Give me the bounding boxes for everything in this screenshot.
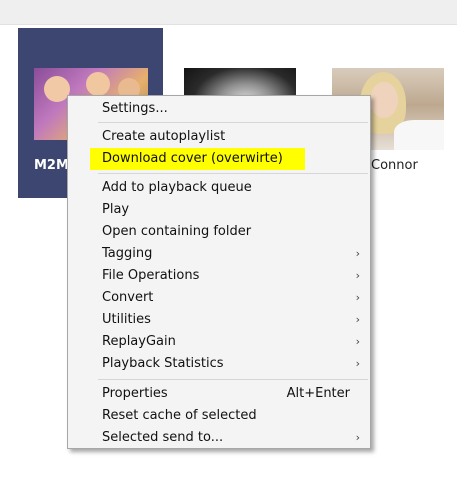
menu-item-play[interactable]: Play [68, 199, 370, 221]
menu-item-label: Properties [102, 386, 168, 401]
menu-item-settings[interactable]: Settings... [68, 98, 370, 120]
menu-item-label: Playback Statistics [102, 356, 224, 371]
album-tile-label: Connor [371, 158, 418, 173]
menu-item-label: Tagging [102, 246, 153, 261]
menu-separator [98, 379, 368, 380]
menu-item-download-cover[interactable]: Download cover (overwirte) [68, 148, 370, 170]
album-tile-label: M2M [34, 158, 69, 173]
menu-item-label: Open containing folder [102, 224, 252, 239]
menu-item-label: Reset cache of selected [102, 408, 257, 423]
chevron-right-icon: › [355, 357, 360, 370]
menu-item-create-autoplaylist[interactable]: Create autoplaylist [68, 126, 370, 148]
menu-item-replaygain[interactable]: ReplayGain › [68, 331, 370, 353]
menu-item-label: File Operations [102, 268, 200, 283]
menu-item-label: Add to playback queue [102, 180, 252, 195]
menu-item-reset-cache[interactable]: Reset cache of selected [68, 405, 370, 427]
menu-item-properties[interactable]: Properties Alt+Enter [68, 383, 370, 405]
top-toolbar [0, 0, 457, 25]
menu-item-shortcut: Alt+Enter [286, 386, 350, 401]
menu-item-label: Create autoplaylist [102, 129, 226, 144]
menu-item-label: ReplayGain [102, 334, 176, 349]
menu-item-playback-statistics[interactable]: Playback Statistics › [68, 353, 370, 375]
menu-item-label: Download cover (overwirte) [90, 148, 305, 170]
menu-item-send-to[interactable]: Selected send to... › [68, 427, 370, 449]
menu-item-convert[interactable]: Convert › [68, 287, 370, 309]
menu-item-label: Utilities [102, 312, 151, 327]
menu-item-label: Play [102, 202, 130, 217]
chevron-right-icon: › [355, 335, 360, 348]
menu-item-label: Convert [102, 290, 154, 305]
context-menu: Settings... Create autoplaylist Download… [67, 95, 371, 449]
menu-item-utilities[interactable]: Utilities › [68, 309, 370, 331]
menu-separator [98, 173, 368, 174]
chevron-right-icon: › [355, 431, 360, 444]
chevron-right-icon: › [355, 291, 360, 304]
menu-separator [98, 122, 368, 123]
chevron-right-icon: › [355, 313, 360, 326]
menu-item-label: Selected send to... [102, 430, 224, 445]
chevron-right-icon: › [355, 269, 360, 282]
menu-item-label: Settings... [102, 101, 168, 116]
menu-item-open-folder[interactable]: Open containing folder [68, 221, 370, 243]
menu-item-add-to-queue[interactable]: Add to playback queue [68, 177, 370, 199]
menu-item-file-operations[interactable]: File Operations › [68, 265, 370, 287]
menu-item-tagging[interactable]: Tagging › [68, 243, 370, 265]
chevron-right-icon: › [355, 247, 360, 260]
